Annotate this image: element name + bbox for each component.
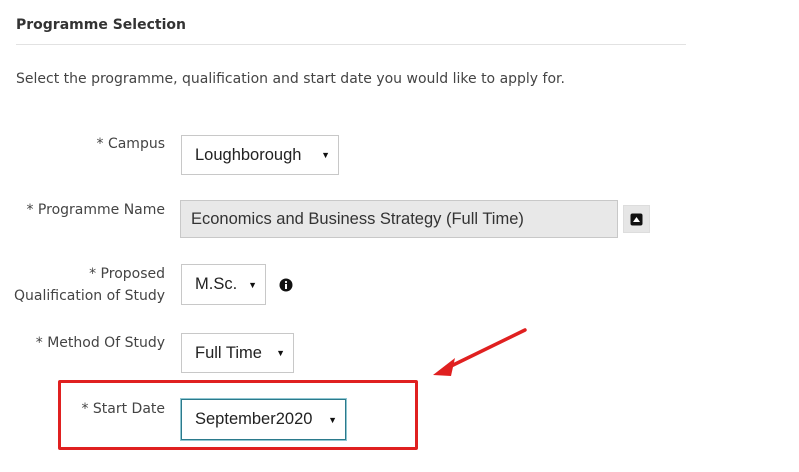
caret-down-icon: ▼ <box>321 150 330 160</box>
info-icon[interactable] <box>279 278 293 292</box>
section-title: Programme Selection <box>16 17 186 33</box>
start-date-label: * Start Date <box>81 401 165 417</box>
qualification-value: M.Sc. <box>195 275 238 293</box>
expand-up-icon <box>630 213 643 225</box>
qualification-select[interactable]: M.Sc. ▼ <box>181 264 266 305</box>
programme-name-field: Economics and Business Strategy (Full Ti… <box>180 200 618 238</box>
campus-value: Loughborough <box>195 145 302 164</box>
qualification-label-line2: Qualification of Study <box>14 288 165 304</box>
programme-name-label: * Programme Name <box>26 202 165 218</box>
method-of-study-select[interactable]: Full Time ▼ <box>181 333 294 373</box>
qualification-label-line1: * Proposed <box>89 266 165 282</box>
start-date-select[interactable]: September2020 ▼ <box>181 399 346 440</box>
caret-down-icon: ▼ <box>248 279 257 290</box>
section-divider <box>16 44 686 45</box>
start-date-value: September2020 <box>195 410 313 428</box>
method-of-study-label: * Method Of Study <box>35 335 165 351</box>
caret-down-icon: ▼ <box>276 348 285 358</box>
campus-label: * Campus <box>96 136 166 152</box>
method-of-study-value: Full Time <box>195 343 262 362</box>
campus-select[interactable]: Loughborough ▼ <box>181 135 339 175</box>
caret-down-icon: ▼ <box>328 414 337 425</box>
annotation-arrow-icon <box>433 328 527 376</box>
section-intro: Select the programme, qualification and … <box>16 71 565 87</box>
programme-lookup-button[interactable] <box>623 205 650 233</box>
programme-name-value: Economics and Business Strategy (Full Ti… <box>191 209 524 228</box>
